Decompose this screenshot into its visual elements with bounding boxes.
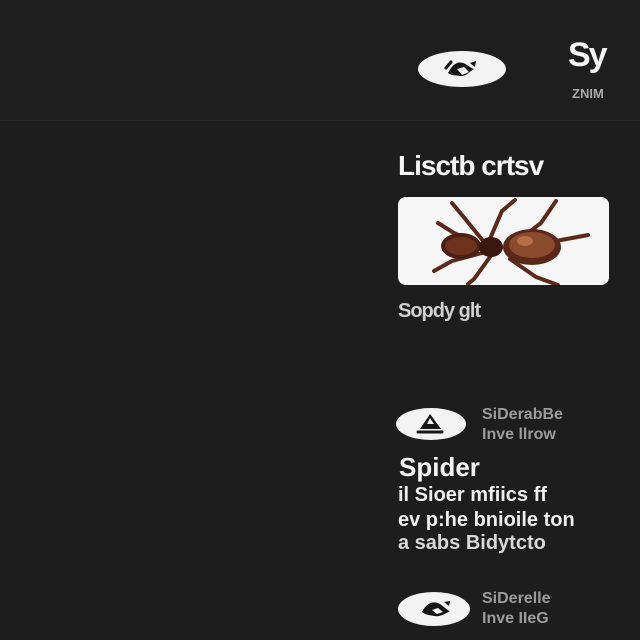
post-body-line-3: a sabs Bidytcto — [398, 532, 546, 554]
spider-image-card[interactable] — [398, 197, 609, 285]
app-subtitle: ZNIM — [572, 86, 604, 101]
user-avatar-icon[interactable] — [418, 51, 506, 87]
post-heading: Spider — [399, 452, 480, 482]
post-body-line-1: il Sioer mfiics ff — [398, 484, 547, 506]
section-title: Lisctb crtsv — [398, 150, 544, 181]
post-meta-line-1: SiDerabBe — [482, 406, 563, 423]
post-body-line-2: ev p:he bnioile ton — [398, 509, 575, 531]
post-2-meta-line-2: Inve IIeG — [482, 610, 549, 627]
spider-image-icon — [398, 197, 609, 285]
top-bar: Sy ZNIM — [0, 0, 640, 121]
user-avatar-icon[interactable] — [396, 408, 466, 440]
app-title: Sy — [568, 36, 608, 74]
right-edge-fade — [622, 120, 640, 640]
image-caption: Sopdy glt — [398, 300, 481, 322]
post-meta-line-2: Inve llrow — [482, 426, 556, 443]
app-screen: Sy ZNIM Lisctb crtsv Sopdy glt SiDerabBe… — [0, 0, 640, 640]
post-2-meta-line-1: SiDerelle — [482, 590, 551, 607]
user-avatar-icon[interactable] — [398, 592, 470, 626]
